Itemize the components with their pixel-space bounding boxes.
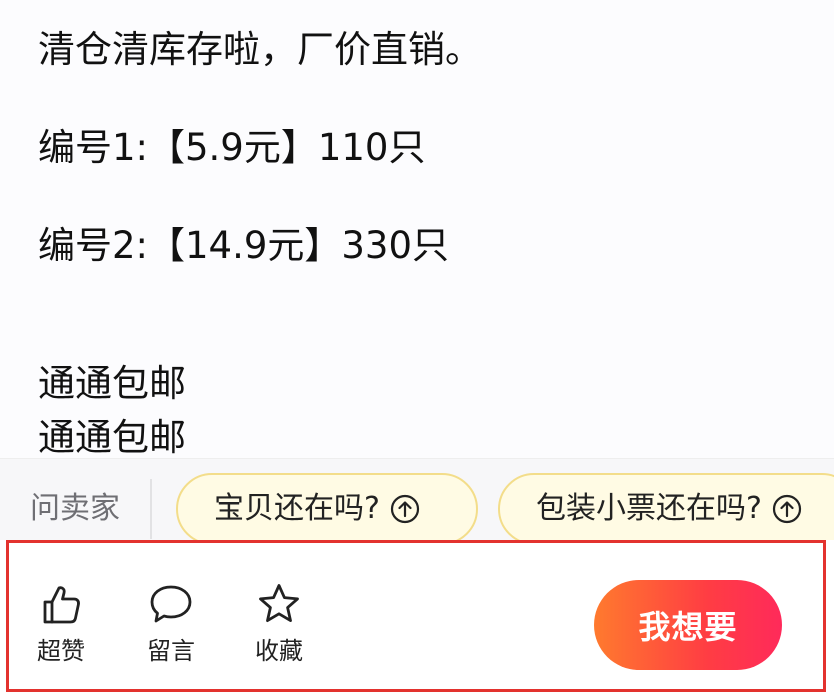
- item-description: 清仓清库存啦，厂价直销。 编号1:【5.9元】110只 编号2:【14.9元】3…: [0, 0, 834, 460]
- speech-bubble-icon: [150, 585, 192, 623]
- item-detail-page: 清仓清库存啦，厂价直销。 编号1:【5.9元】110只 编号2:【14.9元】3…: [0, 0, 834, 700]
- like-label: 超赞: [37, 637, 85, 665]
- arrow-up-circle-icon: [390, 494, 420, 524]
- description-line: 编号1:【5.9元】110只: [38, 126, 426, 169]
- quick-ask-bar: 问卖家 宝贝还在吗? 包装小票还在吗?: [0, 458, 834, 541]
- quick-question-chip-item-available[interactable]: 宝贝还在吗?: [176, 473, 478, 541]
- bottom-action-bar: 超赞 留言 收藏 我想要: [0, 540, 834, 700]
- star-icon: [259, 584, 299, 622]
- description-line: 清仓清库存啦，厂价直销。: [38, 28, 482, 71]
- arrow-up-circle-icon: [772, 494, 802, 524]
- ask-seller-label: 问卖家: [30, 491, 120, 526]
- chip-label: 包装小票还在吗?: [536, 491, 762, 526]
- quick-question-chip-packaging-receipt[interactable]: 包装小票还在吗?: [498, 473, 834, 541]
- want-button[interactable]: 我想要: [594, 580, 782, 670]
- chip-label: 宝贝还在吗?: [214, 491, 380, 526]
- comment-label: 留言: [147, 637, 195, 665]
- description-line: 通通包邮: [38, 362, 186, 405]
- description-line: 通通包邮: [38, 416, 186, 459]
- comment-button[interactable]: 留言: [126, 580, 216, 680]
- favorite-label: 收藏: [255, 637, 303, 665]
- thumbs-up-icon: [43, 586, 80, 624]
- description-line: 编号2:【14.9元】330只: [38, 224, 450, 267]
- like-button[interactable]: 超赞: [16, 580, 106, 680]
- favorite-button[interactable]: 收藏: [234, 580, 324, 680]
- divider: [150, 479, 152, 539]
